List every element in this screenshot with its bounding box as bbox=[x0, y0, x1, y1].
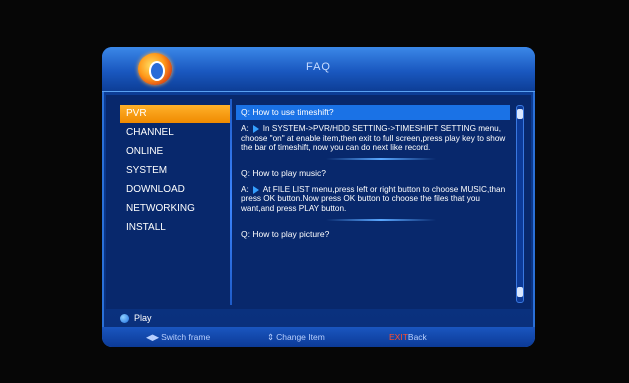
faq-question[interactable]: Q: How to use timeshift? bbox=[236, 105, 510, 120]
faq-list: Q: How to use timeshift? A: In SYSTEM->PV… bbox=[236, 105, 510, 301]
play-hint: Play bbox=[120, 311, 152, 325]
answer-prefix: A: bbox=[241, 124, 249, 133]
frame-divider bbox=[230, 99, 232, 305]
menu-item-install[interactable]: INSTALL bbox=[120, 219, 230, 237]
change-item-hint: ⇕ Change Item bbox=[267, 327, 325, 347]
scrollbar[interactable] bbox=[516, 105, 524, 303]
menu-item-channel[interactable]: CHANNEL bbox=[120, 124, 230, 142]
menu-item-download[interactable]: DOWNLOAD bbox=[120, 181, 230, 199]
switch-frame-label: Switch frame bbox=[161, 332, 211, 342]
scroll-down-arrow[interactable] bbox=[517, 287, 523, 297]
menu-item-networking[interactable]: NETWORKING bbox=[120, 200, 230, 218]
faq-answer: A: In SYSTEM->PVR/HDD SETTING->TIMESHIFT … bbox=[236, 124, 510, 153]
play-icon bbox=[252, 124, 259, 133]
answer-prefix: A: bbox=[241, 184, 249, 194]
faq-panel: FAQ PVR CHANNEL ONLINE SYSTEM DOWNLOAD N… bbox=[102, 47, 535, 347]
menu-item-pvr[interactable]: PVR bbox=[120, 105, 230, 123]
answer-text: At FILE LIST menu,press left or right bu… bbox=[241, 184, 506, 213]
play-dot-icon bbox=[120, 314, 129, 324]
scroll-up-arrow[interactable] bbox=[517, 109, 523, 119]
header-bar: FAQ bbox=[102, 47, 535, 92]
faq-answer: A: At FILE LIST menu,press left or right … bbox=[236, 185, 510, 214]
exit-back-label: Back bbox=[407, 332, 427, 342]
menu-item-system[interactable]: SYSTEM bbox=[120, 162, 230, 180]
content-area: PVR CHANNEL ONLINE SYSTEM DOWNLOAD NETWO… bbox=[106, 95, 531, 309]
exit-key: EXIT bbox=[389, 332, 408, 342]
play-icon bbox=[252, 185, 259, 194]
footer-bar: ◀▶ Switch frame ⇕ Change Item EXITBack bbox=[102, 327, 535, 347]
left-right-arrows-icon: ◀▶ bbox=[146, 332, 160, 342]
exit-back-hint: EXITBack bbox=[389, 327, 427, 347]
switch-frame-hint: ◀▶ Switch frame bbox=[146, 327, 210, 347]
menu-item-online[interactable]: ONLINE bbox=[120, 143, 230, 161]
change-item-label: Change Item bbox=[276, 332, 325, 342]
faq-separator bbox=[326, 218, 436, 221]
faq-separator bbox=[326, 157, 436, 160]
tv-screen: FAQ PVR CHANNEL ONLINE SYSTEM DOWNLOAD N… bbox=[0, 0, 629, 383]
faq-question[interactable]: Q: How to play picture? bbox=[236, 227, 510, 242]
category-menu: PVR CHANNEL ONLINE SYSTEM DOWNLOAD NETWO… bbox=[120, 105, 230, 238]
page-title: FAQ bbox=[305, 61, 331, 73]
play-hint-label: Play bbox=[134, 313, 152, 323]
faq-question[interactable]: Q: How to play music? bbox=[236, 166, 510, 181]
answer-text: In SYSTEM->PVR/HDD SETTING->TIMESHIFT SE… bbox=[241, 124, 506, 153]
up-down-arrows-icon: ⇕ bbox=[267, 332, 275, 342]
